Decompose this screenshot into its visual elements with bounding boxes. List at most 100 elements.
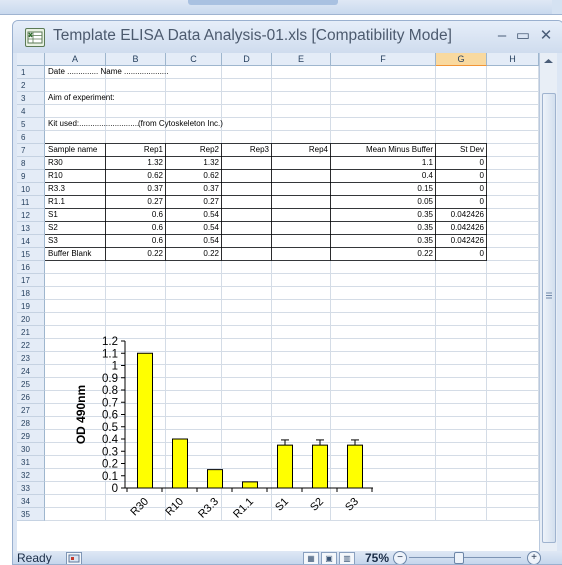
row-header-22[interactable]: 22 [17, 339, 45, 352]
table-cell[interactable] [222, 209, 272, 222]
table-cell[interactable]: 0.22 [166, 248, 222, 261]
close-button[interactable]: ✕ [535, 26, 557, 46]
table-header-cell[interactable]: St Dev [436, 144, 487, 157]
column-header-g[interactable]: G [436, 53, 487, 66]
row-header-25[interactable]: 25 [17, 378, 45, 391]
row-header-13[interactable]: 13 [17, 222, 45, 235]
vertical-scroll-thumb[interactable] [542, 93, 556, 543]
row-header-8[interactable]: 8 [17, 157, 45, 170]
table-cell[interactable]: 0.35 [331, 209, 436, 222]
normal-view-button[interactable]: ▦ [303, 552, 319, 564]
table-cell[interactable] [222, 248, 272, 261]
table-cell[interactable] [222, 196, 272, 209]
table-cell[interactable] [272, 248, 331, 261]
table-header-cell[interactable]: Rep4 [272, 144, 331, 157]
table-cell[interactable]: S1 [45, 209, 106, 222]
table-cell[interactable]: 0.27 [106, 196, 166, 209]
row-header-21[interactable]: 21 [17, 326, 45, 339]
table-cell[interactable]: 0.35 [331, 235, 436, 248]
table-cell[interactable]: S3 [45, 235, 106, 248]
table-cell[interactable]: 0.15 [331, 183, 436, 196]
od-bar-chart[interactable]: OD 490nm 00.10.20.30.40.50.60.70.80.911.1… [45, 323, 465, 519]
table-cell[interactable]: 0.54 [166, 209, 222, 222]
row-header-28[interactable]: 28 [17, 417, 45, 430]
table-header-cell[interactable]: Rep1 [106, 144, 166, 157]
row-header-31[interactable]: 31 [17, 456, 45, 469]
excel-workbook-icon[interactable] [25, 28, 45, 47]
title-bar[interactable]: Template ELISA Data Analysis-01.xls [Com… [13, 21, 562, 53]
table-cell[interactable]: 0 [436, 196, 487, 209]
table-cell[interactable]: R10 [45, 170, 106, 183]
row-header-32[interactable]: 32 [17, 469, 45, 482]
table-header-cell[interactable]: Rep2 [166, 144, 222, 157]
table-cell[interactable] [272, 170, 331, 183]
table-cell[interactable]: 1.32 [166, 157, 222, 170]
table-cell[interactable]: 0 [436, 183, 487, 196]
table-cell[interactable]: 0.62 [106, 170, 166, 183]
row-header-3[interactable]: 3 [17, 92, 45, 105]
row-header-5[interactable]: 5 [17, 118, 45, 131]
table-cell[interactable]: 0.37 [166, 183, 222, 196]
column-header-c[interactable]: C [166, 53, 222, 66]
page-layout-view-button[interactable]: ▣ [321, 552, 337, 564]
sheet-grid[interactable]: ABCDEFGH 1 2 3 4 5 6 7 8 9 10 11 12 13 14 15 16 17 18 19 20… [17, 53, 539, 551]
table-cell[interactable] [272, 157, 331, 170]
column-header-a[interactable]: A [45, 53, 106, 66]
table-cell[interactable]: 0.22 [106, 248, 166, 261]
table-cell[interactable]: 0.05 [331, 196, 436, 209]
table-cell[interactable]: 0.35 [331, 222, 436, 235]
table-cell[interactable]: 1.32 [106, 157, 166, 170]
table-cell[interactable]: 0.37 [106, 183, 166, 196]
page-break-view-button[interactable]: ▥ [339, 552, 355, 564]
table-cell[interactable]: R1.1 [45, 196, 106, 209]
row-header-2[interactable]: 2 [17, 79, 45, 92]
table-cell[interactable] [222, 235, 272, 248]
column-header-d[interactable]: D [222, 53, 272, 66]
column-header-e[interactable]: E [272, 53, 331, 66]
table-cell[interactable]: 0 [436, 170, 487, 183]
table-cell[interactable]: R3.3 [45, 183, 106, 196]
table-cell[interactable]: R30 [45, 157, 106, 170]
table-cell[interactable]: 0.27 [166, 196, 222, 209]
table-cell[interactable]: 0.6 [106, 222, 166, 235]
table-cell[interactable] [272, 196, 331, 209]
column-header-b[interactable]: B [106, 53, 166, 66]
date-name-cell[interactable]: Date .............. Name ...............… [45, 66, 295, 79]
row-header-34[interactable]: 34 [17, 495, 45, 508]
aim-cell[interactable]: Aim of experiment: [45, 92, 195, 105]
table-cell[interactable]: 0.042426 [436, 209, 487, 222]
table-cell[interactable]: 0.6 [106, 235, 166, 248]
row-header-9[interactable]: 9 [17, 170, 45, 183]
table-cell[interactable]: 0.6 [106, 209, 166, 222]
table-cell[interactable] [222, 183, 272, 196]
kit-source-cell[interactable]: (from Cytoskeleton Inc.) [135, 118, 275, 131]
table-cell[interactable] [222, 157, 272, 170]
row-header-14[interactable]: 14 [17, 235, 45, 248]
maximize-button[interactable]: ▭ [512, 26, 534, 46]
table-cell[interactable]: S2 [45, 222, 106, 235]
table-cell[interactable] [222, 170, 272, 183]
table-cell[interactable] [272, 222, 331, 235]
table-cell[interactable]: 0.62 [166, 170, 222, 183]
table-cell[interactable] [272, 183, 331, 196]
table-cell[interactable]: 0.042426 [436, 235, 487, 248]
table-header-cell[interactable]: Sample name [45, 144, 106, 157]
table-cell[interactable]: 0 [436, 248, 487, 261]
table-cell[interactable]: 0.54 [166, 222, 222, 235]
row-header-12[interactable]: 12 [17, 209, 45, 222]
row-header-19[interactable]: 19 [17, 300, 45, 313]
row-header-33[interactable]: 33 [17, 482, 45, 495]
row-header-35[interactable]: 35 [17, 508, 45, 521]
table-cell[interactable]: 0.54 [166, 235, 222, 248]
row-header-18[interactable]: 18 [17, 287, 45, 300]
table-cell[interactable] [272, 209, 331, 222]
table-header-cell[interactable]: Mean Minus Buffer [331, 144, 436, 157]
table-cell[interactable]: 0 [436, 157, 487, 170]
zoom-slider-thumb[interactable] [454, 552, 464, 564]
row-header-23[interactable]: 23 [17, 352, 45, 365]
row-header-15[interactable]: 15 [17, 248, 45, 261]
table-cell[interactable]: 0.22 [331, 248, 436, 261]
row-header-24[interactable]: 24 [17, 365, 45, 378]
row-header-16[interactable]: 16 [17, 261, 45, 274]
table-cell[interactable] [222, 222, 272, 235]
